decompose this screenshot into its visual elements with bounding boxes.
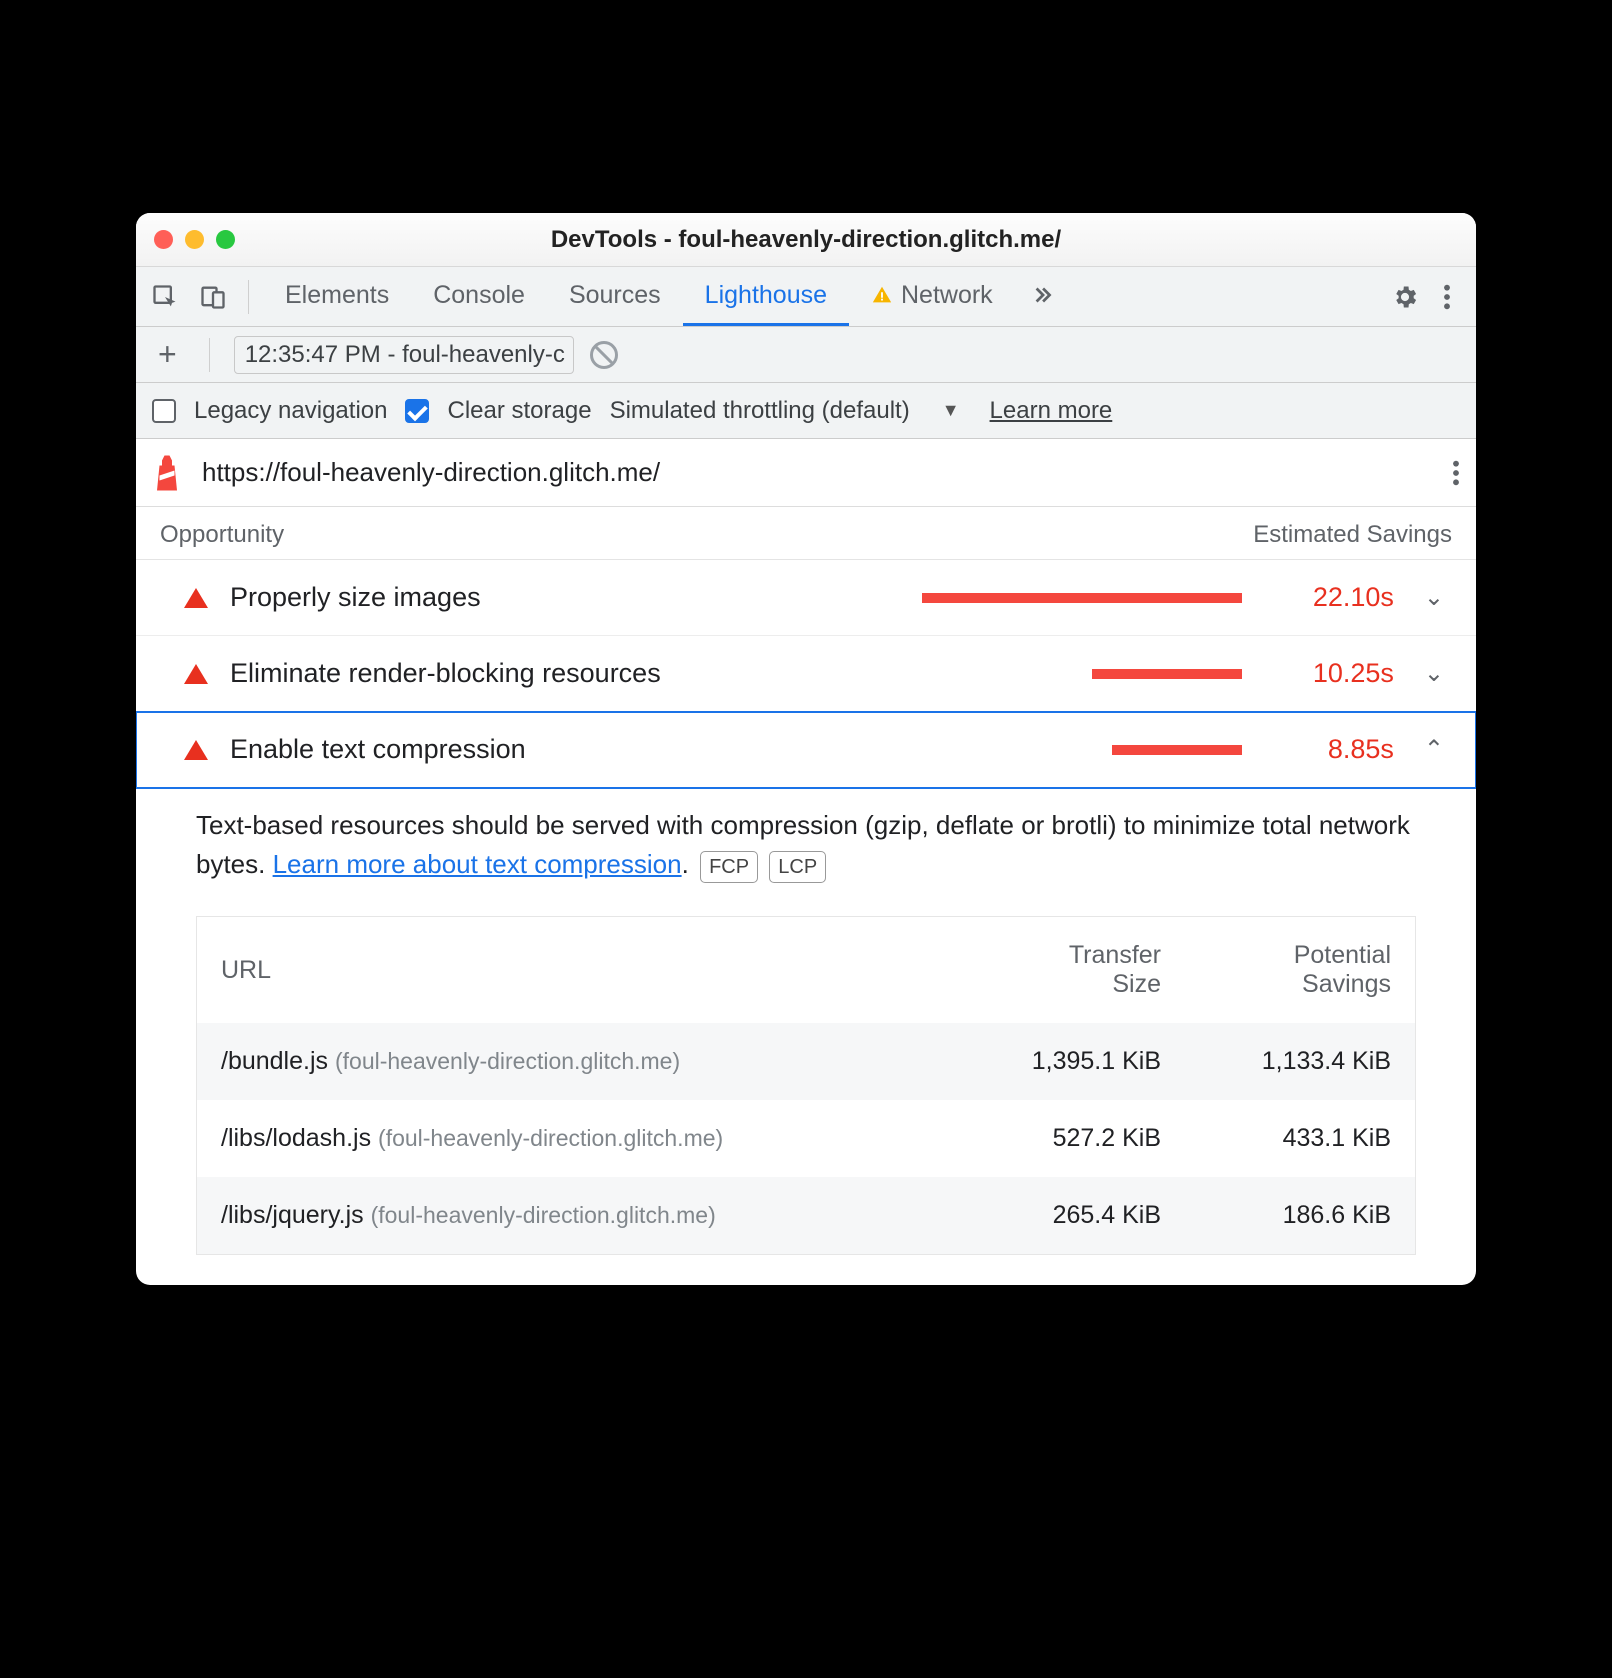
col-save-l1: Potential [1161,941,1391,970]
opportunity-row-expanded[interactable]: Enable text compression 8.85s ⌃ [136,712,1476,788]
savings-value: 10.25s [1264,658,1394,689]
clear-storage-checkbox[interactable] [405,399,429,423]
tab-network-label: Network [901,281,993,310]
learn-more-link[interactable]: Learn more [990,397,1113,425]
inspect-element-icon[interactable] [144,276,186,318]
lighthouse-icon [152,453,182,493]
lcp-badge: LCP [769,851,826,883]
lighthouse-options-bar: Legacy navigation Clear storage Simulate… [136,383,1476,439]
col-potential-savings: Potential Savings [1161,941,1391,999]
estimated-savings-heading: Estimated Savings [1253,521,1452,549]
opportunities-section: Opportunity Estimated Savings Properly s… [136,507,1476,1285]
tab-sources[interactable]: Sources [547,267,683,326]
resource-host: (foul-heavenly-direction.glitch.me) [378,1125,723,1151]
warning-icon [871,284,893,306]
learn-more-text-compression-link[interactable]: Learn more about text compression [273,849,682,879]
opportunity-label: Properly size images [230,582,481,613]
tab-network[interactable]: Network [849,267,1015,326]
table-header: URL Transfer Size Potential Savings [197,917,1415,1023]
report-url: https://foul-heavenly-direction.glitch.m… [202,457,660,488]
tab-lighthouse[interactable]: Lighthouse [683,267,849,326]
cell-size: 1,395.1 KiB [961,1047,1161,1076]
report-selector[interactable]: 12:35:47 PM - foul-heavenly-c ▼ [234,336,574,374]
col-transfer-l1: Transfer [961,941,1161,970]
new-report-button[interactable]: + [150,336,185,373]
fail-triangle-icon [184,588,208,608]
cell-size: 265.4 KiB [961,1201,1161,1230]
resource-path: /bundle.js [221,1047,328,1075]
chevron-up-icon[interactable]: ⌃ [1416,735,1452,764]
period: . [682,849,689,879]
col-transfer-size: Transfer Size [961,941,1161,999]
devtools-toolbar: Elements Console Sources Lighthouse Netw… [136,267,1476,327]
savings-value: 8.85s [1264,734,1394,765]
settings-icon[interactable] [1384,276,1426,318]
resources-table: URL Transfer Size Potential Savings /bun… [196,916,1416,1255]
opportunity-heading: Opportunity [160,521,284,549]
table-row: /libs/jquery.js (foul-heavenly-direction… [197,1177,1415,1254]
throttling-caret-icon: ▼ [942,400,960,421]
report-menu-icon[interactable] [1452,459,1460,487]
device-toolbar-icon[interactable] [192,276,234,318]
opportunity-label: Enable text compression [230,734,526,765]
col-url: URL [221,956,961,985]
clear-storage-label: Clear storage [447,397,591,425]
savings-bar [1092,669,1242,679]
fail-triangle-icon [184,740,208,760]
col-save-l2: Savings [1161,970,1391,999]
cell-savings: 1,133.4 KiB [1161,1047,1391,1076]
legacy-navigation-label: Legacy navigation [194,397,387,425]
divider [248,280,249,314]
dropdown-caret-icon: ▼ [573,344,574,365]
opportunities-header: Opportunity Estimated Savings [136,507,1476,560]
chevron-down-icon[interactable]: ⌄ [1416,659,1452,688]
resource-host: (foul-heavenly-direction.glitch.me) [371,1202,716,1228]
resource-host: (foul-heavenly-direction.glitch.me) [335,1048,680,1074]
resource-path: /libs/jquery.js [221,1201,364,1229]
col-transfer-l2: Size [961,970,1161,999]
cell-savings: 186.6 KiB [1161,1201,1391,1230]
savings-value: 22.10s [1264,582,1394,613]
devtools-window: DevTools - foul-heavenly-direction.glitc… [136,213,1476,1285]
lighthouse-subbar: + 12:35:47 PM - foul-heavenly-c ▼ [136,327,1476,383]
cell-url: /libs/lodash.js (foul-heavenly-direction… [221,1124,961,1153]
panel-tabs: Elements Console Sources Lighthouse Netw… [263,267,1069,326]
report-url-bar: https://foul-heavenly-direction.glitch.m… [136,439,1476,507]
opportunity-label: Eliminate render-blocking resources [230,658,661,689]
cell-url: /bundle.js (foul-heavenly-direction.glit… [221,1047,961,1076]
fail-triangle-icon [184,664,208,684]
titlebar: DevTools - foul-heavenly-direction.glitc… [136,213,1476,267]
table-row: /libs/lodash.js (foul-heavenly-direction… [197,1100,1415,1177]
legacy-navigation-checkbox[interactable] [152,399,176,423]
more-tabs-button[interactable] [1015,267,1069,326]
kebab-menu-icon[interactable] [1426,276,1468,318]
throttling-label: Simulated throttling (default) [610,397,910,425]
resource-path: /libs/lodash.js [221,1124,371,1152]
clear-icon[interactable] [590,341,618,369]
divider [209,338,210,372]
fcp-badge: FCP [700,851,758,883]
tab-elements[interactable]: Elements [263,267,411,326]
report-selector-label: 12:35:47 PM - foul-heavenly-c [245,341,565,369]
cell-size: 527.2 KiB [961,1124,1161,1153]
table-row: /bundle.js (foul-heavenly-direction.glit… [197,1023,1415,1100]
chevron-down-icon[interactable]: ⌄ [1416,583,1452,612]
opportunity-description: Text-based resources should be served wi… [136,788,1476,894]
tab-console[interactable]: Console [411,267,547,326]
savings-bar [1112,745,1242,755]
opportunity-row[interactable]: Eliminate render-blocking resources 10.2… [136,636,1476,712]
savings-bar [922,593,1242,603]
window-title: DevTools - foul-heavenly-direction.glitc… [136,226,1476,254]
cell-savings: 433.1 KiB [1161,1124,1391,1153]
cell-url: /libs/jquery.js (foul-heavenly-direction… [221,1201,961,1230]
opportunity-row[interactable]: Properly size images 22.10s ⌄ [136,560,1476,636]
